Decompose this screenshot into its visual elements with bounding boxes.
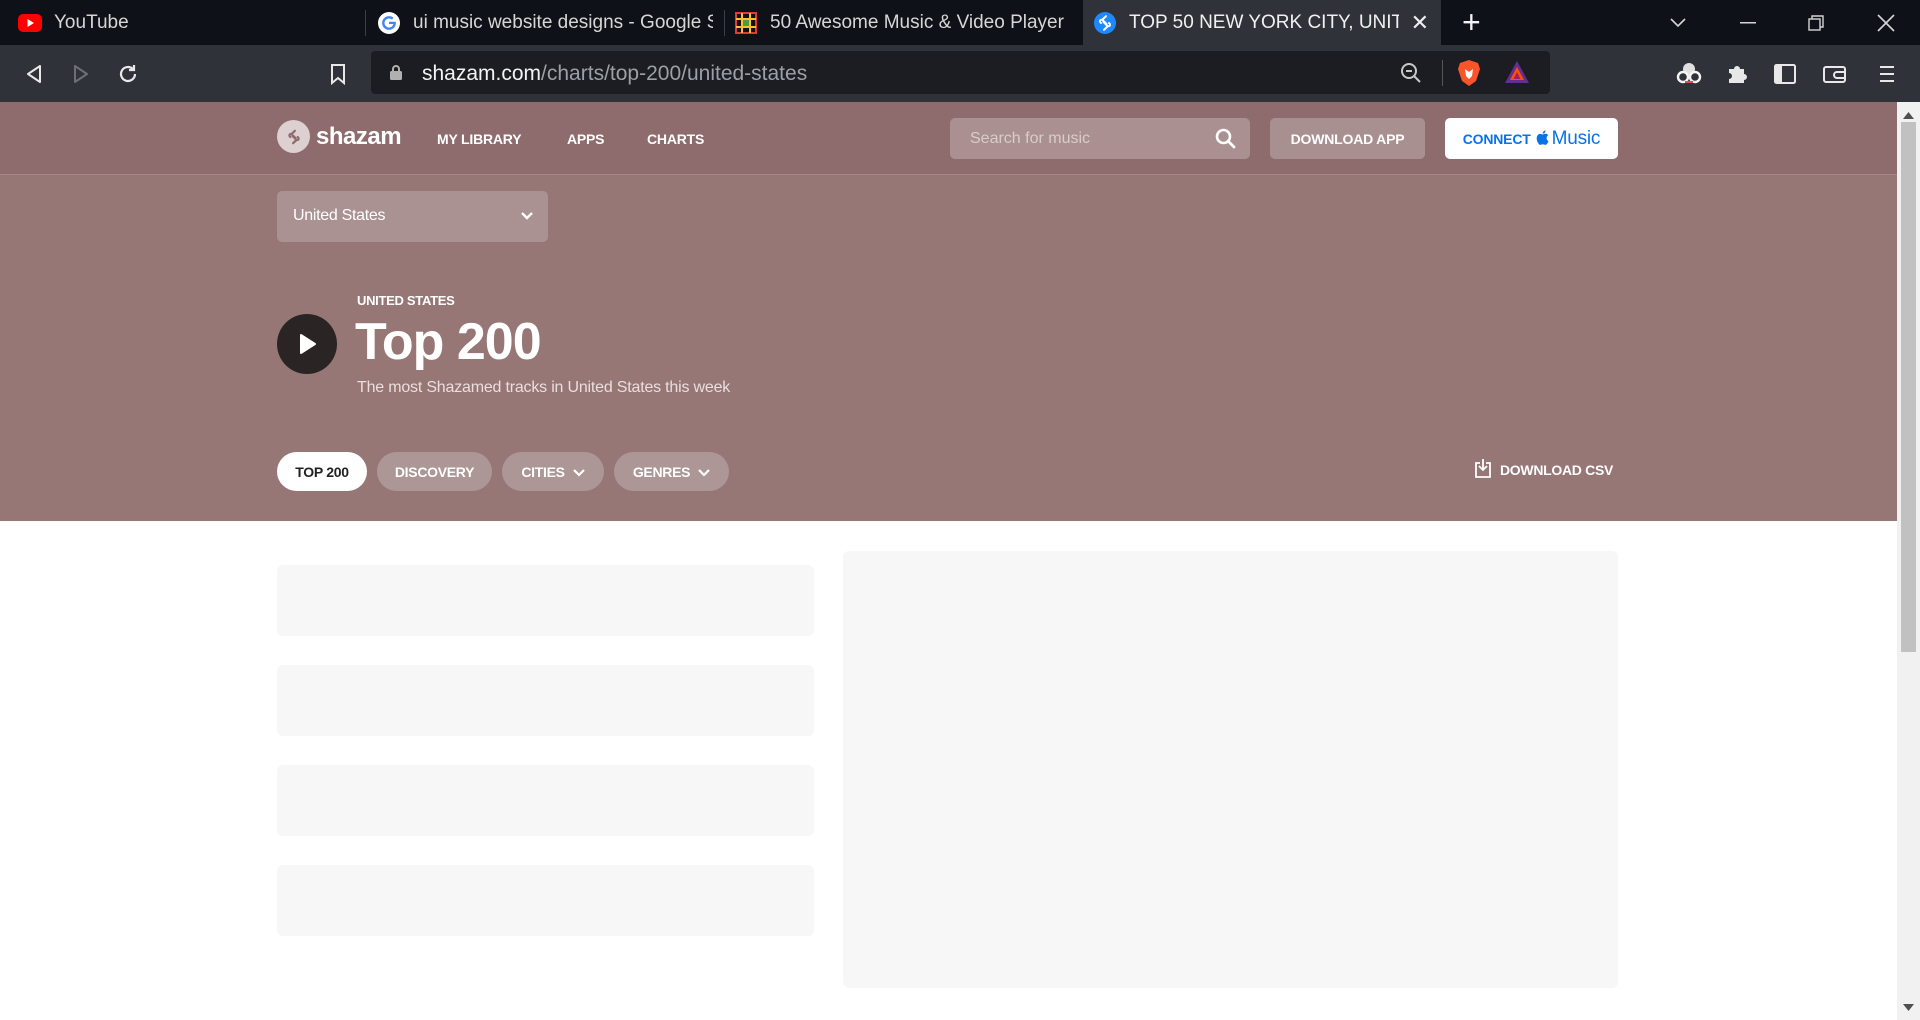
brave-rewards-icon[interactable] xyxy=(1504,60,1530,89)
nav-my-library[interactable]: MY LIBRARY xyxy=(437,131,522,147)
search-icon[interactable] xyxy=(1215,128,1236,154)
new-tab-button[interactable]: + xyxy=(1462,6,1481,38)
download-csv-button[interactable]: DOWNLOAD CSV xyxy=(1474,458,1613,481)
track-list-skeleton xyxy=(277,665,814,736)
url-path: /charts/top-200/united-states xyxy=(541,62,808,85)
chart-hero: shazam MY LIBRARY APPS CHARTS Search for… xyxy=(0,102,1897,521)
track-list-skeleton xyxy=(277,865,814,936)
scroll-down-icon[interactable] xyxy=(1903,998,1914,1016)
nav-charts[interactable]: CHARTS xyxy=(647,131,704,147)
player-panel-skeleton xyxy=(843,551,1618,988)
tab-separator xyxy=(724,10,725,36)
tab-google-search[interactable]: ui music website designs - Google Search xyxy=(377,0,717,45)
connect-label: CONNECT xyxy=(1462,130,1531,147)
lock-icon[interactable] xyxy=(389,64,403,86)
reload-icon[interactable] xyxy=(113,59,143,89)
search-box[interactable]: Search for music xyxy=(950,118,1250,159)
page-title: Top 200 xyxy=(355,313,542,371)
restore-button[interactable] xyxy=(1786,0,1846,45)
track-list-skeleton xyxy=(277,765,814,836)
nav-apps[interactable]: APPS xyxy=(567,131,605,147)
close-tab-icon[interactable]: ✕ xyxy=(1411,10,1429,36)
download-csv-label: DOWNLOAD CSV xyxy=(1500,461,1614,478)
tab-cities-label: CITIES xyxy=(521,463,565,480)
chart-country-label: UNITED STATES xyxy=(357,293,455,308)
brave-shields-icon[interactable] xyxy=(1456,59,1482,92)
incognito-extension-icon[interactable] xyxy=(1674,59,1704,89)
connect-apple-music-button[interactable]: CONNECT Music xyxy=(1445,118,1618,159)
page-scrollbar[interactable] xyxy=(1897,102,1920,1020)
chevron-down-icon xyxy=(572,464,585,480)
sidebar-toggle-icon[interactable] xyxy=(1770,59,1800,89)
shazam-logo[interactable]: shazam xyxy=(277,120,402,153)
url-text[interactable]: shazam.com/charts/top-200/united-states xyxy=(422,62,807,86)
site-header: shazam MY LIBRARY APPS CHARTS Search for… xyxy=(0,102,1897,175)
address-bar[interactable]: shazam.com/charts/top-200/united-states xyxy=(371,51,1550,94)
close-window-button[interactable] xyxy=(1856,0,1916,45)
forward-icon[interactable] xyxy=(66,59,96,89)
download-app-button[interactable]: DOWNLOAD APP xyxy=(1270,118,1425,159)
tab-discovery[interactable]: DISCOVERY xyxy=(377,452,492,491)
play-icon xyxy=(300,334,316,354)
youtube-icon xyxy=(18,11,42,35)
tab-title: ui music website designs - Google Search xyxy=(413,11,713,33)
tab-search-chevron-icon[interactable] xyxy=(1648,0,1708,45)
tab-title: 50 Awesome Music & Video Player UI Desig… xyxy=(770,11,1070,33)
grid-favicon-icon xyxy=(734,11,758,35)
tab-separator xyxy=(365,10,366,36)
tab-top-200[interactable]: TOP 200 xyxy=(277,452,367,491)
shazam-icon xyxy=(1093,11,1117,35)
tab-music-player-designs[interactable]: 50 Awesome Music & Video Player UI Desig… xyxy=(734,0,1070,45)
url-host: shazam.com xyxy=(422,62,542,85)
minimize-button[interactable] xyxy=(1718,0,1778,45)
tab-cities[interactable]: CITIES xyxy=(502,452,604,491)
download-icon xyxy=(1474,458,1492,481)
zoom-out-icon[interactable] xyxy=(1399,61,1423,90)
browser-tab-strip: YouTube ui music website designs - Googl… xyxy=(0,0,1920,45)
shazam-logo-icon xyxy=(277,120,310,153)
tab-shazam-active[interactable]: TOP 50 NEW YORK CITY, UNITED STATES ✕ xyxy=(1083,0,1441,45)
scrollbar-thumb[interactable] xyxy=(1901,122,1916,652)
menu-icon[interactable] xyxy=(1872,59,1902,89)
country-select-value: United States xyxy=(293,207,386,224)
tab-genres-label: GENRES xyxy=(632,463,691,480)
apple-icon xyxy=(1536,129,1549,148)
chevron-down-icon xyxy=(520,208,534,226)
play-button[interactable] xyxy=(277,314,337,374)
back-icon[interactable] xyxy=(19,59,49,89)
logo-wordmark: shazam xyxy=(316,122,402,150)
wallet-icon[interactable] xyxy=(1820,59,1850,89)
page-viewport: shazam MY LIBRARY APPS CHARTS Search for… xyxy=(0,102,1897,1020)
tab-genres[interactable]: GENRES xyxy=(614,452,729,491)
music-wordmark: Music xyxy=(1551,127,1601,149)
tab-title: YouTube xyxy=(54,11,129,33)
tab-youtube[interactable]: YouTube xyxy=(18,0,358,45)
country-select[interactable]: United States xyxy=(277,191,548,242)
search-input[interactable]: Search for music xyxy=(970,130,1090,148)
extensions-puzzle-icon[interactable] xyxy=(1722,59,1752,89)
track-list-skeleton xyxy=(277,565,814,636)
divider xyxy=(1442,60,1443,86)
browser-toolbar: shazam.com/charts/top-200/united-states xyxy=(0,45,1920,102)
chart-description: The most Shazamed tracks in United State… xyxy=(357,379,731,396)
google-icon xyxy=(377,11,401,35)
chevron-down-icon xyxy=(698,464,710,480)
tab-title: TOP 50 NEW YORK CITY, UNITED STATES xyxy=(1129,11,1399,33)
bookmark-icon[interactable] xyxy=(323,59,353,89)
